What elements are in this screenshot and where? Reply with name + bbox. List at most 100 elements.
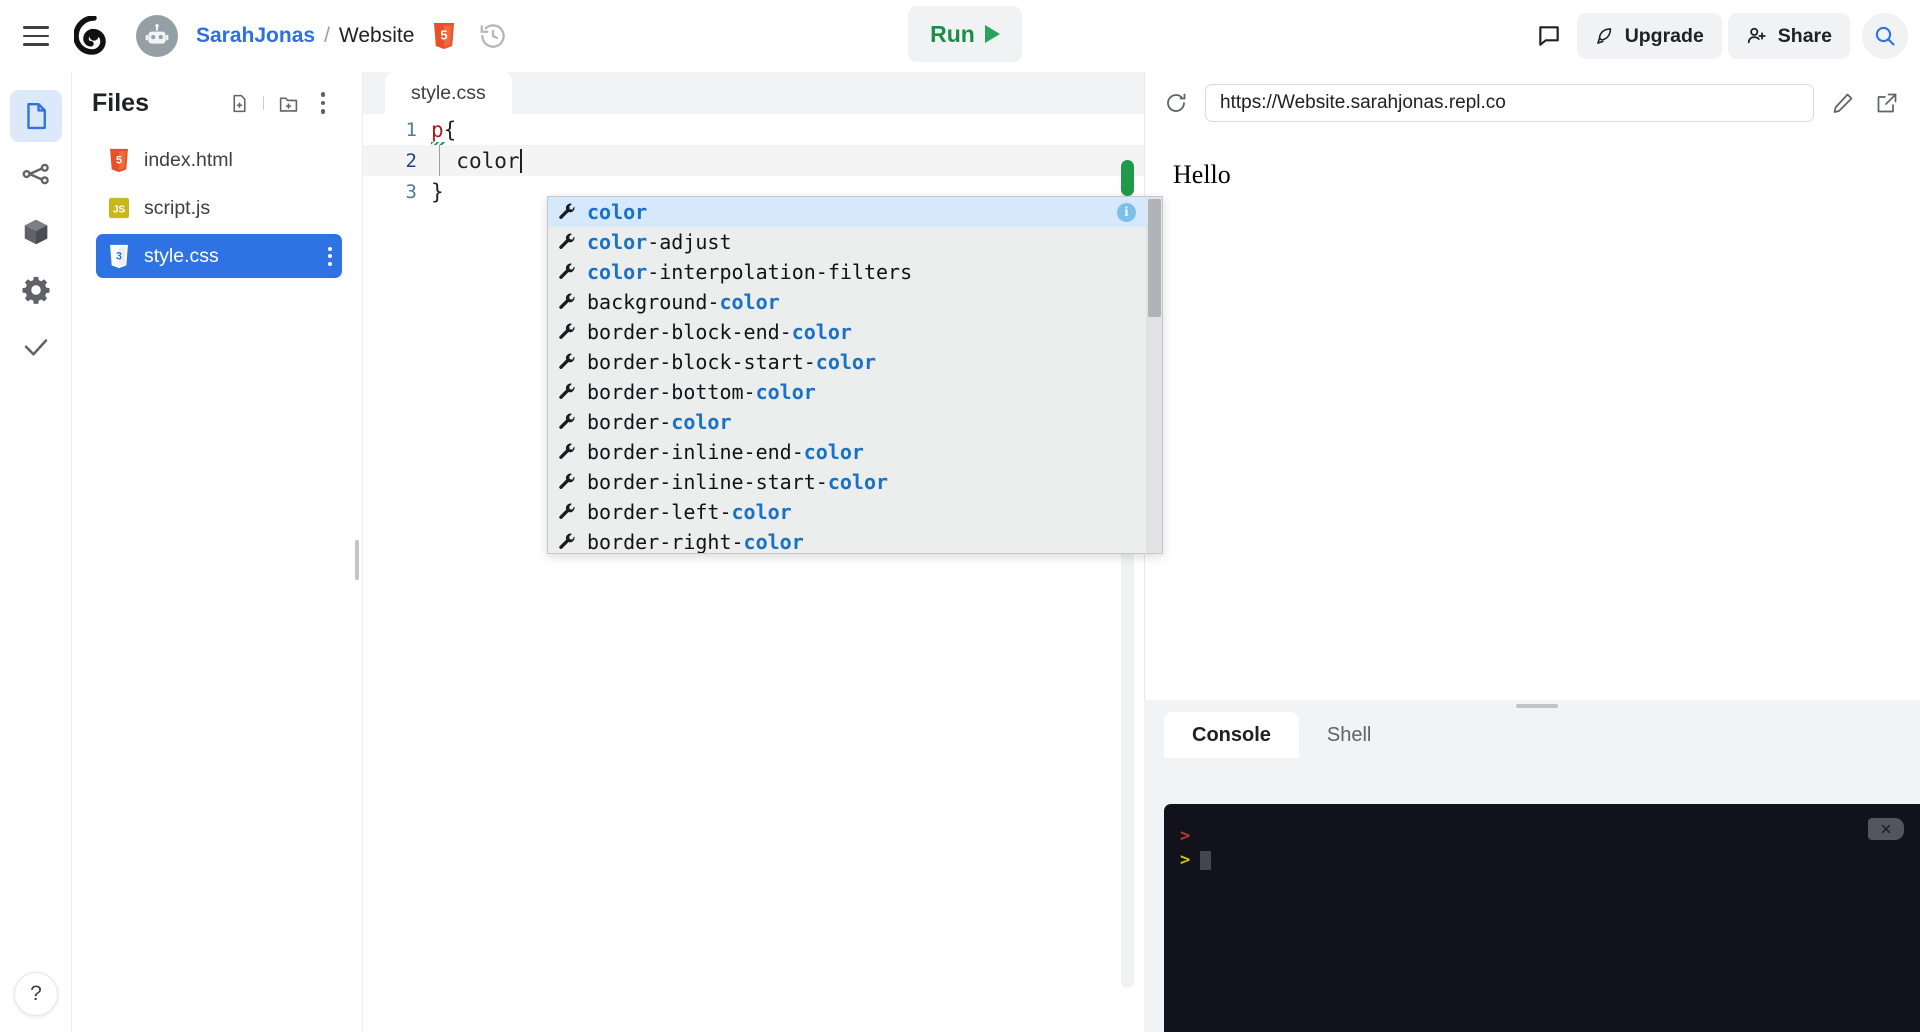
chat-bubble-icon[interactable] bbox=[1527, 14, 1571, 58]
files-more-menu-icon[interactable] bbox=[308, 88, 338, 118]
autocomplete-item[interactable]: border-color bbox=[548, 407, 1162, 437]
wrench-icon bbox=[558, 323, 577, 342]
new-folder-icon[interactable] bbox=[272, 87, 304, 119]
autocomplete-item-label: background-color bbox=[587, 290, 780, 314]
autocomplete-item[interactable]: border-block-end-color bbox=[548, 317, 1162, 347]
console-line: > bbox=[1180, 824, 1904, 848]
wrench-icon bbox=[558, 203, 577, 222]
wrench-icon bbox=[558, 503, 577, 522]
html5-badge-icon[interactable]: 5 bbox=[432, 22, 456, 50]
breadcrumb-project[interactable]: Website bbox=[339, 24, 414, 48]
autocomplete-item[interactable]: border-right-color bbox=[548, 527, 1162, 554]
file-item-script-js[interactable]: JS script.js bbox=[96, 186, 342, 230]
pencil-edit-icon[interactable] bbox=[1828, 88, 1858, 118]
robot-avatar-icon[interactable] bbox=[136, 15, 178, 57]
files-panel-actions bbox=[223, 87, 338, 119]
person-add-icon bbox=[1746, 25, 1768, 47]
autocomplete-item[interactable]: border-bottom-color bbox=[548, 377, 1162, 407]
autocomplete-item-label: border-right-color bbox=[587, 530, 804, 554]
history-icon[interactable] bbox=[478, 21, 508, 51]
files-panel-header: Files bbox=[72, 72, 354, 134]
tab-style-css[interactable]: style.css bbox=[385, 72, 512, 114]
console-prompt-yellow: > bbox=[1180, 850, 1190, 870]
share-label: Share bbox=[1778, 25, 1832, 48]
package-box-icon bbox=[21, 217, 51, 247]
editor-scrollbar-thumb[interactable] bbox=[1121, 160, 1134, 196]
replit-logo-icon[interactable] bbox=[72, 14, 116, 58]
svg-text:3: 3 bbox=[116, 250, 122, 262]
search-icon[interactable] bbox=[1862, 13, 1908, 59]
autocomplete-item[interactable]: border-block-start-color bbox=[548, 347, 1162, 377]
wrench-icon bbox=[558, 533, 577, 552]
panel-resize-handle[interactable] bbox=[355, 540, 359, 580]
help-button[interactable]: ? bbox=[14, 972, 58, 1016]
upgrade-label: Upgrade bbox=[1625, 25, 1704, 48]
refresh-icon[interactable] bbox=[1161, 88, 1191, 118]
wrench-icon bbox=[558, 473, 577, 492]
run-button[interactable]: Run bbox=[908, 6, 1022, 62]
svg-text:5: 5 bbox=[116, 154, 122, 166]
wrench-icon bbox=[558, 473, 577, 492]
wrench-icon bbox=[558, 233, 577, 252]
preview-url-input[interactable] bbox=[1205, 84, 1814, 122]
tab-shell[interactable]: Shell bbox=[1299, 712, 1399, 758]
code-line-1: 1 p{ bbox=[363, 114, 1144, 145]
clear-console-icon[interactable] bbox=[1868, 818, 1904, 840]
autocomplete-item[interactable]: background-color bbox=[548, 287, 1162, 317]
autocomplete-popup[interactable]: color color-adjust color-interpolation-fil… bbox=[547, 196, 1163, 554]
file-item-index-html[interactable]: 5 index.html bbox=[96, 138, 342, 182]
svg-text:JS: JS bbox=[113, 205, 126, 216]
autocomplete-item-label: border-block-end-color bbox=[587, 320, 852, 344]
divider bbox=[263, 96, 264, 110]
open-external-icon[interactable] bbox=[1872, 88, 1902, 118]
autocomplete-item-label: color-interpolation-filters bbox=[587, 260, 912, 284]
breadcrumb-user[interactable]: SarahJonas bbox=[196, 24, 315, 48]
autocomplete-scrollbar-track[interactable] bbox=[1146, 197, 1162, 554]
wrench-icon bbox=[558, 413, 577, 432]
css3-file-icon: 3 bbox=[108, 244, 130, 269]
tab-console[interactable]: Console bbox=[1164, 712, 1299, 758]
upgrade-button[interactable]: Upgrade bbox=[1577, 13, 1722, 59]
svg-text:5: 5 bbox=[441, 28, 448, 43]
console-output[interactable]: > > bbox=[1164, 804, 1920, 1032]
file-item-menu-icon[interactable] bbox=[328, 247, 332, 266]
code-line-content: p{ bbox=[431, 118, 456, 142]
autocomplete-item[interactable]: border-left-color bbox=[548, 497, 1162, 527]
console-tabs: Console Shell bbox=[1144, 712, 1920, 758]
autocomplete-item[interactable]: color-adjust bbox=[548, 227, 1162, 257]
files-panel-title: Files bbox=[92, 89, 223, 118]
autocomplete-item[interactable]: color bbox=[548, 197, 1162, 227]
sidebar-item-checks[interactable] bbox=[10, 322, 62, 374]
sidebar-item-settings[interactable] bbox=[10, 264, 62, 316]
line-number: 3 bbox=[363, 181, 431, 203]
share-button[interactable]: Share bbox=[1728, 13, 1850, 59]
sidebar-item-version-control[interactable] bbox=[10, 148, 62, 200]
divider-grip[interactable] bbox=[1516, 704, 1558, 708]
autocomplete-item[interactable]: color-interpolation-filters bbox=[548, 257, 1162, 287]
run-button-label: Run bbox=[930, 21, 975, 48]
new-file-icon[interactable] bbox=[223, 87, 255, 119]
autocomplete-item-label: color-adjust bbox=[587, 230, 732, 254]
autocomplete-item-label: border-left-color bbox=[587, 500, 792, 524]
autocomplete-item-label: border-bottom-color bbox=[587, 380, 816, 404]
console-prompt-red: > bbox=[1180, 826, 1190, 846]
tab-shell-label: Shell bbox=[1327, 724, 1371, 747]
wrench-icon bbox=[558, 263, 577, 282]
autocomplete-scrollbar-thumb[interactable] bbox=[1148, 199, 1161, 317]
wrench-icon bbox=[558, 443, 577, 462]
wrench-icon bbox=[558, 293, 577, 312]
info-icon[interactable]: i bbox=[1117, 203, 1136, 222]
sidebar-item-files[interactable] bbox=[10, 90, 62, 142]
html5-file-icon: 5 bbox=[108, 148, 130, 173]
autocomplete-item-label: border-inline-start-color bbox=[587, 470, 888, 494]
sidebar-item-packages[interactable] bbox=[10, 206, 62, 258]
autocomplete-item[interactable]: border-inline-end-color bbox=[548, 437, 1162, 467]
hamburger-menu-icon[interactable] bbox=[14, 14, 58, 58]
autocomplete-item[interactable]: border-inline-start-color bbox=[548, 467, 1162, 497]
wrench-icon bbox=[558, 203, 577, 222]
autocomplete-item-label: border-block-start-color bbox=[587, 350, 876, 374]
css-brace-token: { bbox=[444, 118, 457, 142]
file-item-style-css[interactable]: 3 style.css bbox=[96, 234, 342, 278]
editor-tabbar: style.css bbox=[363, 72, 1144, 114]
wrench-icon bbox=[558, 353, 577, 372]
